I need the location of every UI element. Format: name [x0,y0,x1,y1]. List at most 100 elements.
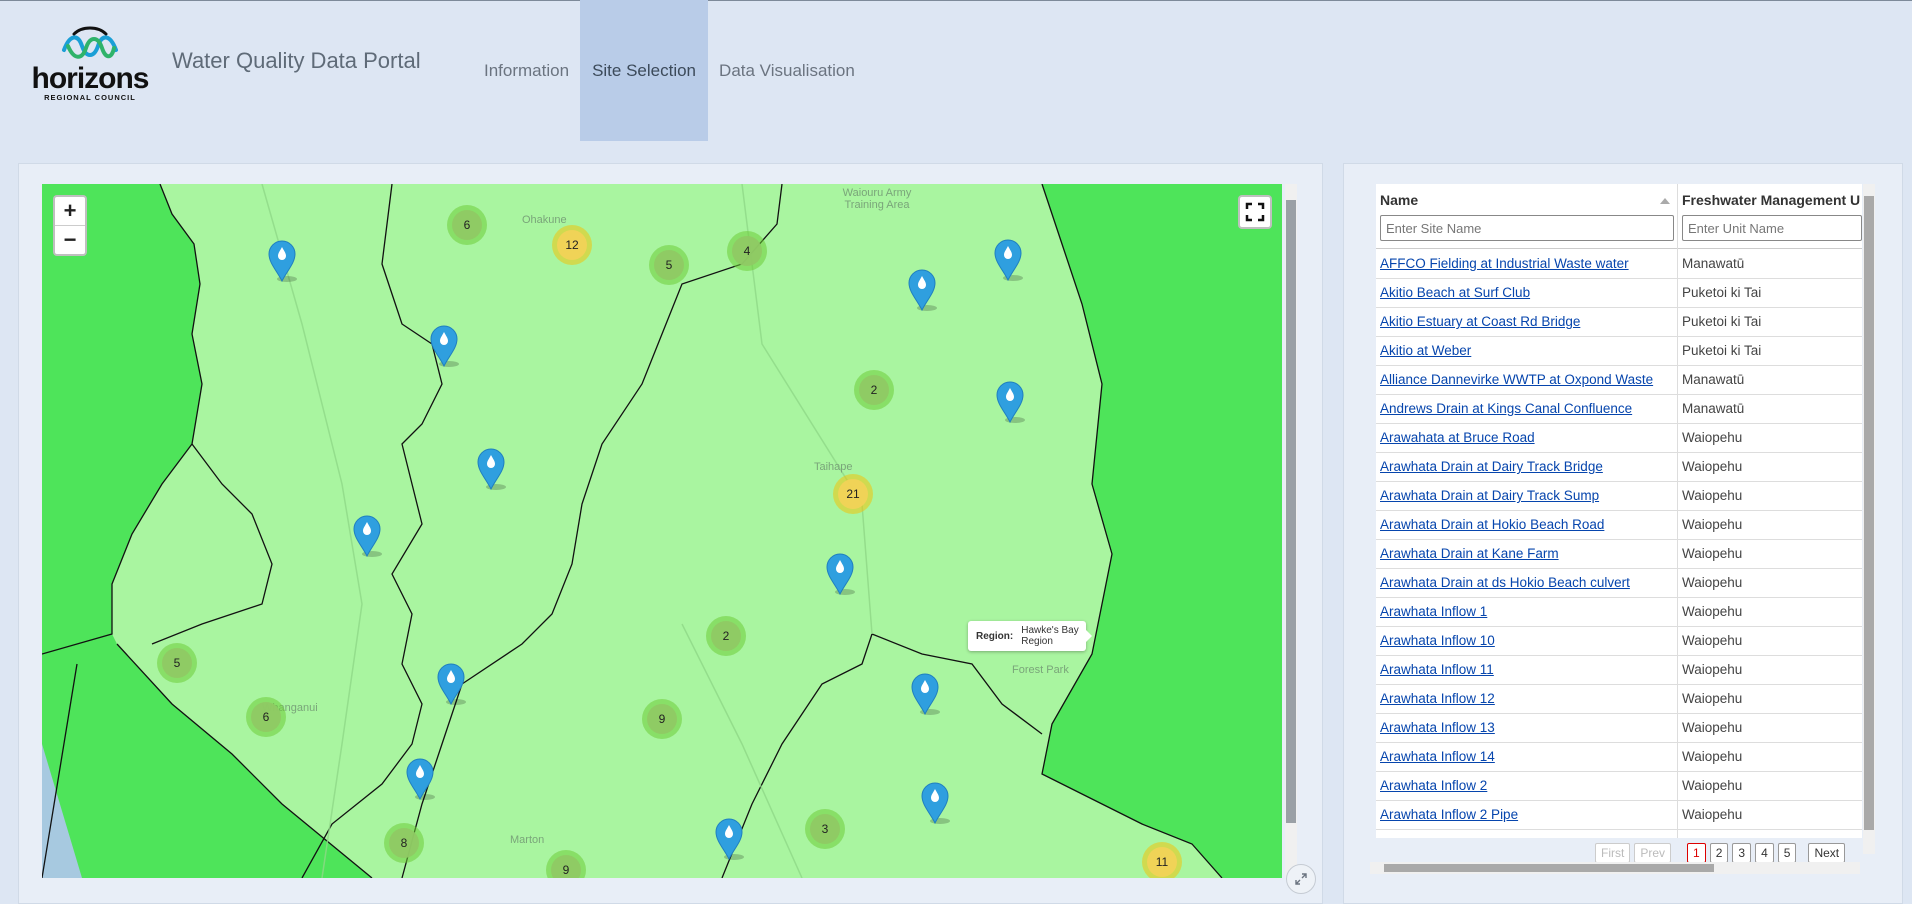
horizons-logo[interactable]: horizons REGIONAL COUNCIL [30,26,150,104]
water-drop-pin-icon[interactable] [920,781,950,825]
site-link[interactable]: Arawahata at Bruce Road [1380,430,1535,445]
cluster-marker[interactable]: 2 [854,370,894,410]
water-drop-pin-icon[interactable] [714,817,744,861]
site-link[interactable]: AFFCO Fielding at Industrial Waste water [1380,256,1629,271]
site-link[interactable]: Arawhata Inflow 12 [1380,691,1495,706]
unit-cell: Waiopehu [1682,430,1743,445]
column-header-unit[interactable]: Freshwater Management U [1682,192,1860,208]
site-link[interactable]: Arawhata Drain at Hokio Beach Road [1380,517,1604,532]
site-link[interactable]: Arawhata Inflow 11 [1380,662,1494,677]
map-scrollbar[interactable] [1285,184,1297,878]
table-row: Arawahata at Bruce Road Waiopehu [1376,423,1862,453]
site-map[interactable]: Ohakune Taihape Whanganui Marton Waiouru… [42,184,1282,878]
expand-icon [1295,873,1307,885]
expand-map-button[interactable] [1286,864,1316,894]
water-drop-pin-icon[interactable] [825,552,855,596]
table-row: Arawhata Inflow 13 Waiopehu [1376,713,1862,743]
water-drop-pin-icon[interactable] [436,662,466,706]
column-header-name[interactable]: Name [1380,192,1418,208]
cluster-marker[interactable]: 12 [552,225,592,265]
fullscreen-button[interactable] [1238,195,1272,229]
unit-cell: Puketoi ki Tai [1682,285,1762,300]
table-row: Arawhata Drain at Dairy Track Sump Waiope… [1376,481,1862,511]
unit-cell: Waiopehu [1682,517,1743,532]
table-row: Akitio Estuary at Coast Rd Bridge Puketoi… [1376,307,1862,337]
unit-cell: Puketoi ki Tai [1682,314,1762,329]
map-label-army-area: Waiouru Army Training Area [842,187,912,211]
water-drop-pin-icon[interactable] [910,672,940,716]
unit-cell: Manawatū [1682,256,1745,271]
site-link[interactable]: Alliance Dannevirke WWTP at Oxpond Waste [1380,372,1653,387]
table-header: Name Freshwater Management U [1376,184,1862,249]
page-button[interactable]: 3 [1732,843,1752,863]
water-drop-pin-icon[interactable] [995,380,1025,424]
logo-subtitle: REGIONAL COUNCIL [44,93,136,102]
next-page-button[interactable]: Next [1808,843,1846,863]
cluster-marker[interactable]: 6 [246,697,286,737]
site-link[interactable]: Arawhata Inflow 2 Pipe [1380,807,1518,822]
nav-site-selection[interactable]: Site Selection [580,0,709,141]
water-drop-pin-icon[interactable] [907,268,937,312]
site-link[interactable]: Arawhata Inflow 14 [1380,749,1495,764]
cluster-marker[interactable]: 3 [805,809,845,849]
cluster-marker[interactable]: 21 [833,474,873,514]
prev-page-button[interactable]: Prev [1634,843,1672,863]
unit-cell: Waiopehu [1682,749,1743,764]
unit-cell: Waiopehu [1682,604,1743,619]
water-drop-pin-icon[interactable] [476,447,506,491]
cluster-marker[interactable]: 11 [1142,842,1182,878]
water-drop-pin-icon[interactable] [352,514,382,558]
zoom-in-button[interactable]: + [55,197,85,226]
logo-wordmark: horizons [31,62,150,95]
map-label-marton: Marton [510,834,545,846]
cluster-marker[interactable]: 5 [649,245,689,285]
page-button[interactable]: 5 [1777,843,1797,863]
site-link[interactable]: Arawhata Drain at ds Hokio Beach culvert [1380,575,1630,590]
map-scrollbar-thumb[interactable] [1286,200,1296,823]
sort-asc-icon[interactable] [1660,198,1670,204]
table-row: AFFCO Fielding at Industrial Waste water… [1376,249,1862,279]
main-nav: Information Site Selection Data Visualis… [473,0,866,141]
site-link[interactable]: Akitio Beach at Surf Club [1380,285,1530,300]
nav-data-visualisation[interactable]: Data Visualisation [708,0,866,141]
cluster-marker[interactable]: 2 [706,616,746,656]
site-name-filter-input[interactable] [1380,215,1674,241]
zoom-out-button[interactable]: − [55,226,85,254]
cluster-marker[interactable]: 8 [384,823,424,863]
zoom-control: + − [53,195,87,256]
table-row: Arawhata Drain at Hokio Beach Road Waiope… [1376,510,1862,540]
site-link[interactable]: Arawhata Inflow 13 [1380,720,1495,735]
table-row: Alliance Dannevirke WWTP at Oxpond Waste… [1376,365,1862,395]
site-link[interactable]: Akitio at Weber [1380,343,1471,358]
cluster-marker[interactable]: 4 [727,231,767,271]
site-link[interactable]: Arawhata Drain at Kane Farm [1380,546,1559,561]
table-horizontal-scrollbar-thumb[interactable] [1384,864,1714,872]
water-drop-pin-icon[interactable] [267,239,297,283]
nav-information[interactable]: Information [473,0,580,141]
site-link[interactable]: Arawhata Inflow 10 [1380,633,1495,648]
page-button[interactable]: 4 [1755,843,1774,863]
map-basemap [42,184,1282,878]
site-link[interactable]: Arawhata Drain at Dairy Track Bridge [1380,459,1603,474]
table-horizontal-scrollbar[interactable] [1370,862,1860,874]
page-button[interactable]: 1 [1687,843,1706,863]
site-link[interactable]: Arawhata Drain at Dairy Track Sump [1380,488,1599,503]
table-row: Arawhata Inflow 12 Waiopehu [1376,684,1862,714]
water-drop-pin-icon[interactable] [993,238,1023,282]
page-button[interactable]: 2 [1709,843,1729,863]
water-drop-pin-icon[interactable] [405,757,435,801]
site-link[interactable]: Akitio Estuary at Coast Rd Bridge [1380,314,1580,329]
cluster-marker[interactable]: 9 [642,699,682,739]
site-link[interactable]: Arawhata Inflow 1 [1380,604,1487,619]
cluster-marker[interactable]: 6 [447,205,487,245]
cluster-marker[interactable]: 5 [157,643,197,683]
site-link[interactable]: Andrews Drain at Kings Canal Confluence [1380,401,1632,416]
water-drop-pin-icon[interactable] [429,324,459,368]
table-row: Akitio Beach at Surf Club Puketoi ki Tai [1376,278,1862,308]
map-label-taihape: Taihape [814,461,853,473]
table-vertical-scrollbar-thumb[interactable] [1864,196,1874,830]
table-vertical-scrollbar[interactable] [1863,184,1875,854]
site-link[interactable]: Arawhata Inflow 2 [1380,778,1487,793]
first-page-button[interactable]: First [1595,843,1631,863]
unit-name-filter-input[interactable] [1682,215,1862,241]
